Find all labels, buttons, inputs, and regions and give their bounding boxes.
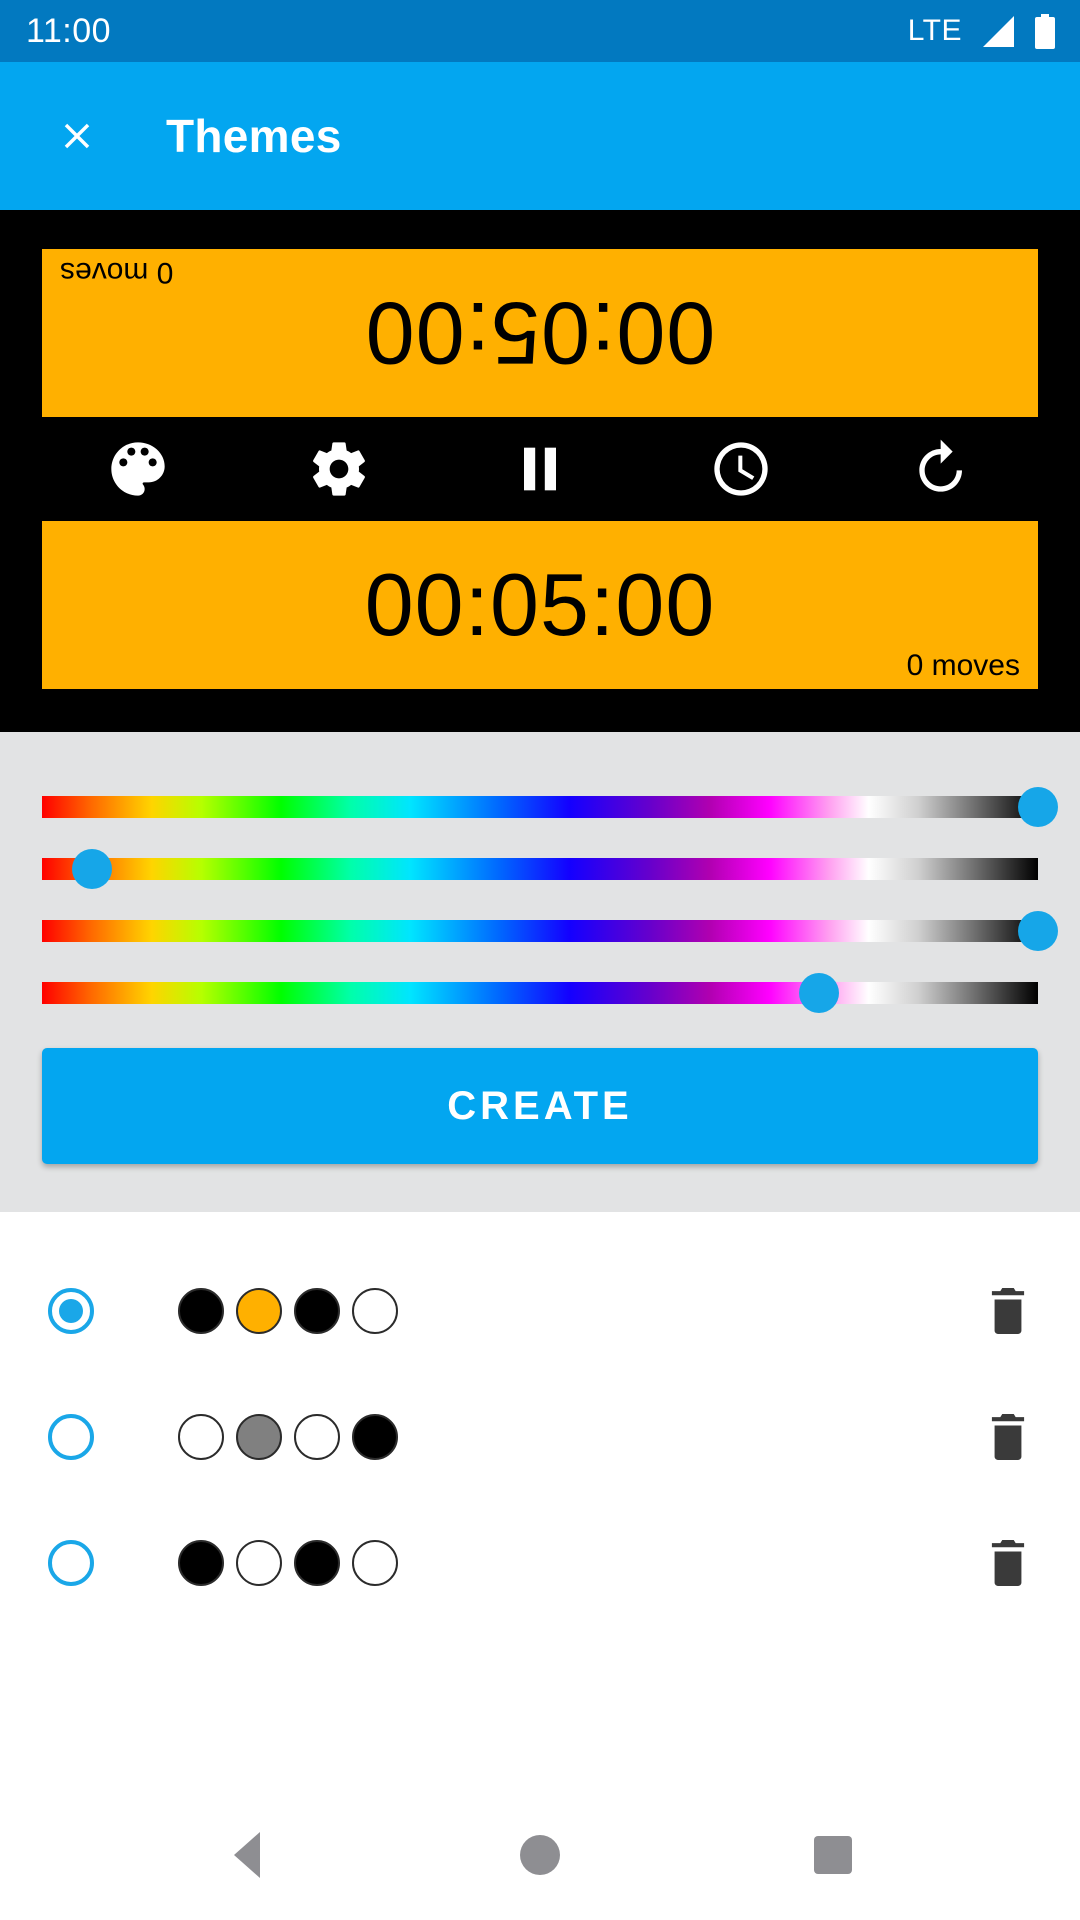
preview-timer-top: 00:05:00 0 moves: [42, 249, 1038, 417]
slider-color-3-thumb[interactable]: [1018, 911, 1058, 951]
slider-color-1-track[interactable]: [42, 796, 1038, 818]
theme-swatch: [352, 1288, 398, 1334]
theme-radio-selected[interactable]: [48, 1288, 94, 1334]
android-nav-bar: [0, 1790, 1080, 1920]
theme-swatches: [178, 1540, 398, 1586]
slider-color-2[interactable]: [42, 838, 1038, 900]
page-title: Themes: [166, 110, 342, 162]
pause-icon: [524, 447, 556, 491]
slider-color-1[interactable]: [42, 776, 1058, 838]
undo-icon: [919, 439, 962, 492]
trash-icon: [991, 1288, 1025, 1334]
status-bar: 11:00 LTE: [0, 0, 1080, 62]
theme-swatch: [178, 1414, 224, 1460]
app-root: 11:00 LTE Themes 00:05:00 0 moves 00:05:…: [0, 0, 1080, 1920]
palette-icon: [111, 442, 165, 496]
theme-swatch: [352, 1414, 398, 1460]
theme-swatch: [236, 1414, 282, 1460]
themes-button[interactable]: [92, 423, 184, 515]
status-bar-indicators: LTE: [907, 13, 1056, 49]
theme-swatch: [236, 1540, 282, 1586]
nav-home-icon: [519, 1835, 560, 1875]
preview-timer-bottom: 00:05:00 0 moves: [42, 521, 1038, 689]
preview-controls: [42, 417, 1038, 521]
nav-recents-icon: [814, 1836, 853, 1874]
theme-row[interactable]: [0, 1248, 1080, 1374]
theme-swatch: [294, 1414, 340, 1460]
close-x-icon: [64, 123, 90, 149]
trash-icon: [991, 1540, 1025, 1586]
theme-list: [0, 1212, 1080, 1790]
theme-row[interactable]: [0, 1500, 1080, 1626]
nav-back-icon: [233, 1832, 260, 1878]
theme-swatch: [352, 1540, 398, 1586]
slider-color-3-track[interactable]: [42, 920, 1038, 942]
slider-color-4-track[interactable]: [42, 982, 1038, 1004]
network-type-label: LTE: [907, 14, 962, 47]
theme-radio-dot: [59, 1299, 83, 1323]
theme-swatch: [294, 1540, 340, 1586]
preview-timer-top-moves: 0 moves: [60, 256, 174, 289]
create-button[interactable]: CREATE: [42, 1048, 1038, 1164]
trash-icon: [991, 1414, 1025, 1460]
settings-button[interactable]: [293, 423, 385, 515]
theme-swatch: [178, 1540, 224, 1586]
theme-preview: 00:05:00 0 moves 00:05:00 0 moves: [0, 210, 1080, 732]
slider-color-3[interactable]: [42, 900, 1058, 962]
slider-color-2-track[interactable]: [42, 858, 1038, 880]
theme-swatch: [178, 1288, 224, 1334]
delete-theme-button[interactable]: [978, 1531, 1038, 1595]
theme-radio-unselected[interactable]: [48, 1414, 94, 1460]
theme-swatches: [178, 1414, 398, 1460]
clock-icon: [714, 442, 768, 496]
time-button[interactable]: [695, 423, 787, 515]
theme-editor: CREATE: [0, 732, 1080, 1212]
status-bar-clock: 11:00: [26, 12, 112, 50]
nav-recents-button[interactable]: [788, 1810, 878, 1900]
theme-row[interactable]: [0, 1374, 1080, 1500]
preview-timer-bottom-moves: 0 moves: [906, 649, 1020, 682]
delete-theme-button[interactable]: [978, 1405, 1038, 1469]
app-bar: Themes: [0, 62, 1080, 210]
battery-full-icon: [1035, 13, 1055, 49]
close-button[interactable]: [40, 99, 114, 173]
slider-color-4-thumb[interactable]: [798, 973, 839, 1013]
theme-swatch: [236, 1288, 282, 1334]
delete-theme-button[interactable]: [978, 1279, 1038, 1343]
theme-swatch: [294, 1288, 340, 1334]
theme-radio-unselected[interactable]: [48, 1540, 94, 1586]
signal-triangle-icon: [983, 15, 1014, 47]
slider-color-2-thumb[interactable]: [71, 849, 112, 889]
pause-button[interactable]: [494, 423, 586, 515]
slider-color-4[interactable]: [42, 962, 1038, 1024]
preview-timer-top-time: 00:05:00: [364, 284, 716, 383]
reset-button[interactable]: [896, 423, 988, 515]
nav-home-button[interactable]: [495, 1810, 585, 1900]
gear-icon: [313, 442, 365, 496]
preview-timer-bottom-time: 00:05:00: [364, 555, 716, 654]
nav-back-button[interactable]: [202, 1810, 292, 1900]
theme-swatches: [178, 1288, 398, 1334]
slider-color-1-thumb[interactable]: [1018, 787, 1058, 827]
